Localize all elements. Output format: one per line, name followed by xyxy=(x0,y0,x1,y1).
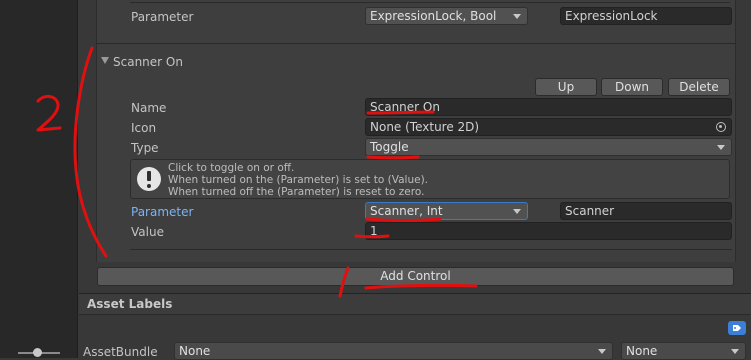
separator xyxy=(130,2,730,3)
name-label: Name xyxy=(131,101,167,115)
foldout-arrow-icon[interactable] xyxy=(101,57,109,64)
assetbundle-variant-dropdown[interactable]: None xyxy=(621,342,746,360)
asset-labels-header[interactable] xyxy=(79,293,751,315)
warning-icon-dot xyxy=(147,184,151,188)
control-foldout-title[interactable]: Scanner On xyxy=(113,54,183,70)
type-dropdown[interactable]: Toggle xyxy=(365,138,732,156)
left-panel xyxy=(0,0,78,358)
prev-parameter-name-field[interactable]: ExpressionLock xyxy=(560,7,732,25)
chevron-down-icon xyxy=(598,349,606,354)
prev-parameter-label: Parameter xyxy=(131,10,194,24)
parameter-dropdown[interactable]: Scanner, Int xyxy=(365,202,528,220)
name-field[interactable]: Scanner On xyxy=(365,98,732,116)
prev-parameter-dropdown-value: ExpressionLock, Bool xyxy=(370,9,497,23)
value-label: Value xyxy=(131,225,164,239)
help-line-1: Click to toggle on or off. xyxy=(168,162,295,174)
delete-button[interactable]: Delete xyxy=(668,78,730,96)
icon-object-field[interactable]: None (Texture 2D) xyxy=(365,118,732,136)
zoom-slider-knob[interactable] xyxy=(33,348,42,357)
object-picker-icon[interactable] xyxy=(716,122,726,132)
chevron-down-icon xyxy=(731,349,739,354)
add-control-button[interactable]: Add Control xyxy=(97,267,734,286)
help-line-3: When turned off the (Parameter) is reset… xyxy=(168,186,425,198)
assetbundle-dropdown[interactable]: None xyxy=(174,342,613,360)
parameter-label: Parameter xyxy=(131,205,194,219)
label-tag-icon[interactable] xyxy=(728,321,746,335)
chevron-down-icon xyxy=(513,14,521,19)
prev-parameter-dropdown[interactable]: ExpressionLock, Bool xyxy=(365,7,528,25)
separator xyxy=(96,43,736,44)
icon-field-value: None (Texture 2D) xyxy=(370,120,480,134)
value-field[interactable]: 1 xyxy=(365,222,732,240)
warning-icon-mark xyxy=(147,171,151,181)
separator xyxy=(130,249,732,250)
down-button[interactable]: Down xyxy=(601,78,663,96)
parameter-dropdown-value: Scanner, Int xyxy=(370,204,443,218)
assetbundle-variant-value: None xyxy=(626,344,658,358)
help-line-2: When turned on the (Parameter) is set to… xyxy=(168,174,429,186)
chevron-down-icon xyxy=(717,145,725,150)
asset-labels-title: Asset Labels xyxy=(87,297,173,311)
type-dropdown-value: Toggle xyxy=(370,140,409,154)
icon-label: Icon xyxy=(131,121,157,135)
chevron-down-icon xyxy=(513,209,521,214)
assetbundle-dropdown-value: None xyxy=(179,344,211,358)
parameter-name-field[interactable]: Scanner xyxy=(560,202,732,220)
type-label: Type xyxy=(131,141,159,155)
up-button[interactable]: Up xyxy=(535,78,597,96)
